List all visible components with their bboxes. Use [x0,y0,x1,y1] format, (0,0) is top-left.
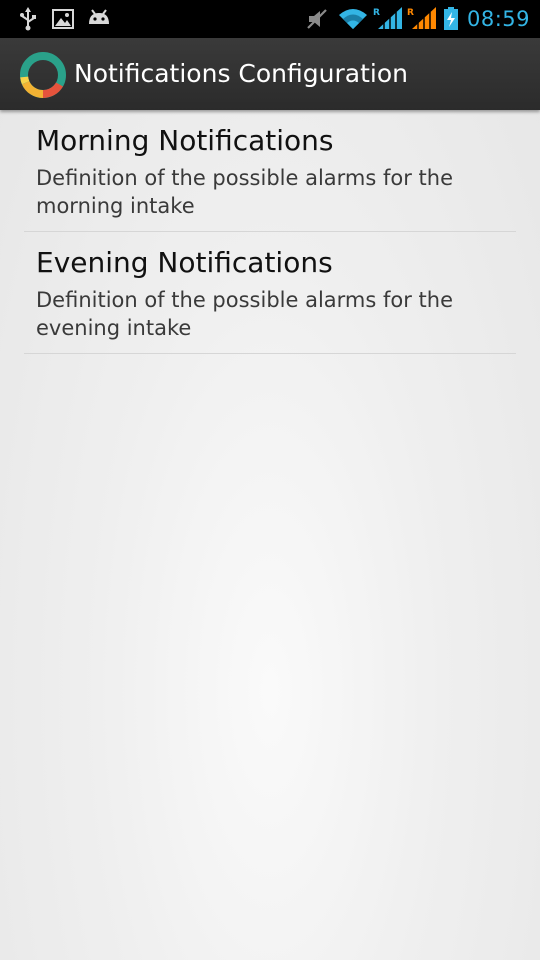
svg-text:R: R [373,8,380,18]
android-icon [89,9,109,24]
image-icon [52,9,74,29]
mute-icon [307,9,327,29]
preference-title: Evening Notifications [36,246,333,279]
preference-summary: Definition of the possible alarms for th… [36,288,453,340]
svg-text:R: R [407,8,414,18]
app-ring-icon[interactable] [18,50,68,100]
action-bar: Notifications Configuration [0,38,540,110]
preference-list: Morning Notifications Definition of the … [24,110,516,354]
preference-summary: Definition of the possible alarms for th… [36,166,453,218]
wifi-icon [339,9,367,29]
signal-roaming-icon-2: R [407,7,436,29]
preference-morning-notifications[interactable]: Morning Notifications Definition of the … [24,110,516,232]
preference-title: Morning Notifications [36,124,334,157]
battery-charging-icon [444,7,458,30]
preference-evening-notifications[interactable]: Evening Notifications Definition of the … [24,232,516,354]
signal-roaming-icon: R [373,7,402,29]
usb-icon [20,7,36,31]
status-time: 08:59 [466,7,530,31]
page-title: Notifications Configuration [74,59,408,88]
status-bar: R R 08:59 [0,0,540,38]
